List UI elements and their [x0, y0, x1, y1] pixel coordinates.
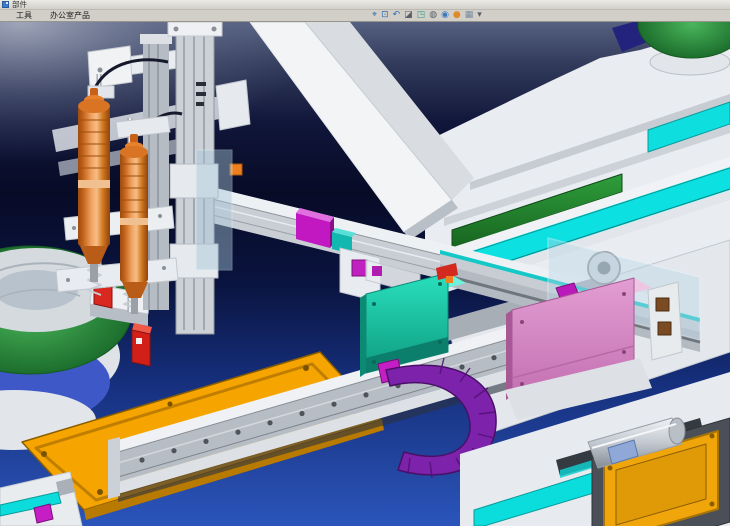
hide-show-items-icon[interactable]: ◉ — [441, 10, 449, 21]
view-settings-icon[interactable]: ▾ — [477, 10, 482, 21]
solidworks-window: 部件 工具 办公室产品 ⌖ ⊡ ↶◪ ◳◍ ◉ ● ▦▾ — [0, 0, 730, 526]
zoom-area-icon[interactable]: ⊡ — [381, 10, 389, 21]
document-icon — [2, 1, 9, 8]
display-style-icon[interactable]: ◍ — [429, 10, 437, 21]
zoom-fit-icon[interactable]: ⌖ — [372, 10, 377, 21]
document-label: 部件 — [12, 0, 27, 10]
apply-scene-icon[interactable]: ▦ — [465, 10, 474, 21]
edit-appearance-icon[interactable]: ● — [453, 10, 461, 21]
tab-office-products[interactable]: 办公室产品 — [48, 10, 92, 21]
tab-tools[interactable]: 工具 — [14, 10, 34, 21]
titlebar: 部件 — [0, 0, 730, 10]
section-view-icon[interactable]: ◪ — [404, 10, 413, 21]
heads-up-view-toolbar: ⌖ ⊡ ↶◪ ◳◍ ◉ ● ▦▾ — [372, 10, 482, 21]
previous-view-icon[interactable]: ↶ — [393, 10, 401, 21]
dispenser-cylinder-right[interactable] — [120, 134, 148, 314]
view-orientation-icon[interactable]: ◳ — [417, 10, 426, 21]
command-tab-bar: 工具 办公室产品 ⌖ ⊡ ↶◪ ◳◍ ◉ ● ▦▾ — [0, 10, 730, 22]
graphics-viewport[interactable] — [0, 22, 730, 526]
